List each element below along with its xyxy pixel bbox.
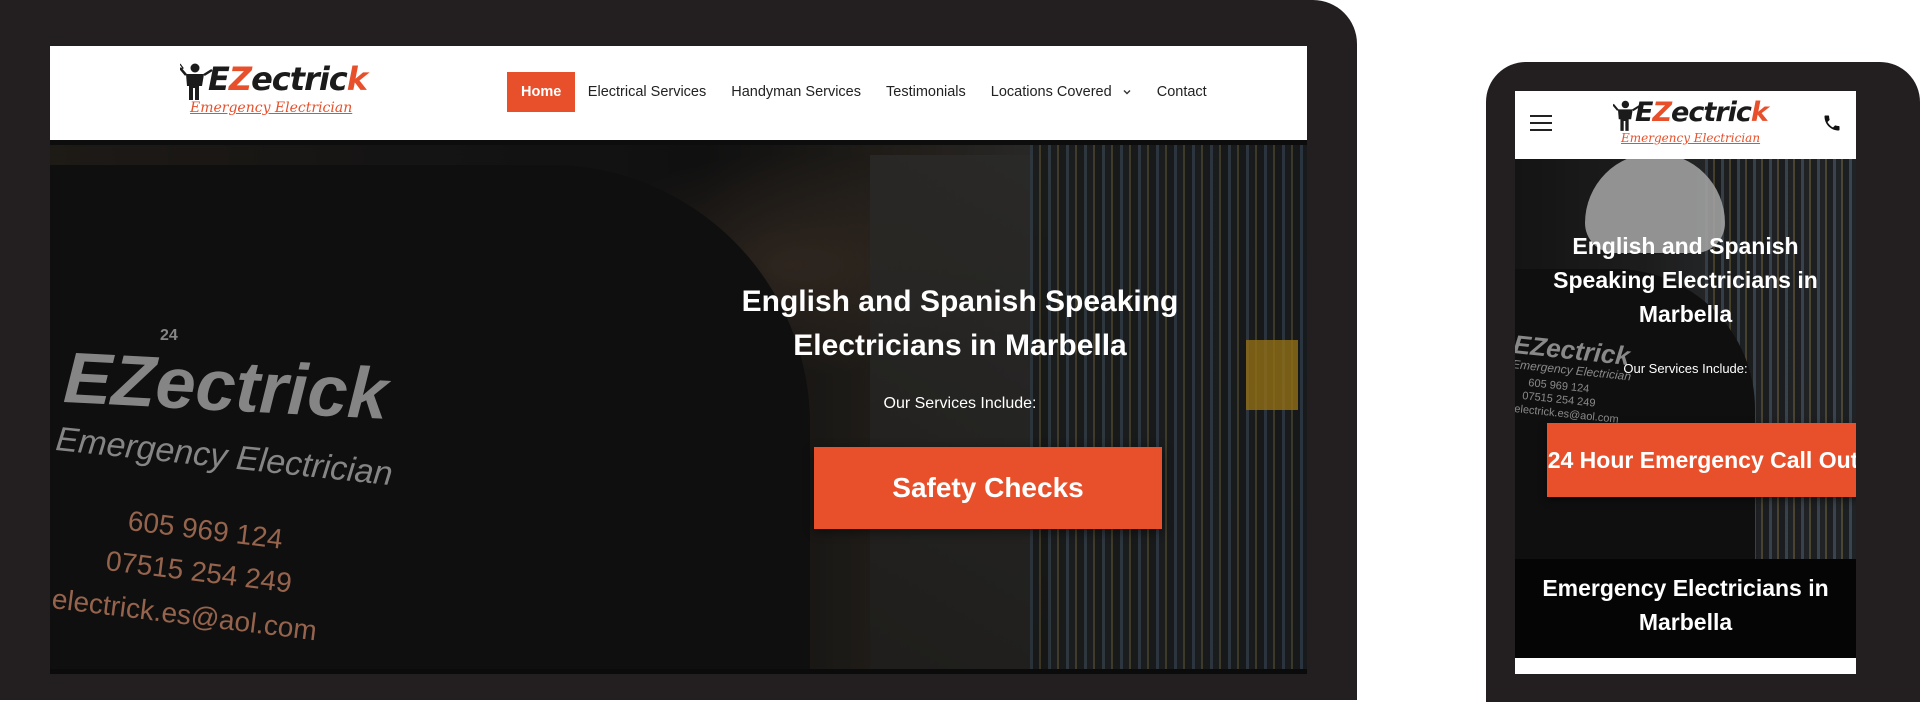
- section-title-word: in: [1801, 575, 1829, 601]
- logo-letter: E: [1635, 97, 1653, 128]
- hero-title: English and Spanish Speaking Electrician…: [700, 280, 1220, 368]
- logo-letter-accent: Z: [1652, 97, 1672, 128]
- hero-title-word: and: [1655, 233, 1710, 259]
- hero-title-word: in: [961, 329, 1006, 362]
- hamburger-menu-icon[interactable]: [1530, 115, 1552, 131]
- desktop-screen: EZectrick Emergency Electrician Home Ele…: [50, 46, 1307, 674]
- nav-item-handyman-services[interactable]: Handyman Services: [719, 72, 874, 112]
- hero-title-word: Speaking: [1036, 285, 1179, 318]
- hero-title-word: Electricians: [1661, 267, 1791, 293]
- logo-letter-accent: k: [346, 60, 368, 98]
- site-header: EZectrick Emergency Electrician Home Ele…: [50, 46, 1307, 140]
- nav-item-label: Locations Covered: [990, 84, 1112, 100]
- mobile-hero-section: EZectrick Emergency Electrician 605 969 …: [1515, 159, 1856, 559]
- logo-letter-accent: Z: [228, 60, 252, 98]
- nav-item-locations-covered[interactable]: Locations Covered: [978, 72, 1144, 112]
- hero-title-word: and: [849, 285, 920, 318]
- main-nav: Home Electrical Services Handyman Servic…: [507, 72, 1219, 112]
- hero-title-word: Electricians: [793, 329, 962, 362]
- logo-tagline: Emergency Electrician: [190, 100, 353, 116]
- hero-bottom-strip: [50, 669, 1307, 674]
- mobile-next-section: [1515, 658, 1856, 674]
- nav-item-contact[interactable]: Contact: [1144, 72, 1219, 112]
- hero-title-word: in: [1790, 267, 1818, 293]
- nav-item-home[interactable]: Home: [507, 72, 576, 112]
- logo-letter-accent: k: [1750, 97, 1769, 128]
- hero-subtitle: Our Services Include:: [883, 395, 1037, 412]
- hero-title-word: English: [1572, 233, 1656, 259]
- mobile-hero-subtitle: Our Services Include:: [1623, 361, 1748, 376]
- section-title-word: Emergency Electricians: [1542, 575, 1802, 601]
- mobile-hero-title: English and Spanish Speaking Electrician…: [1535, 229, 1836, 331]
- mobile-hero-overlay: [1515, 159, 1856, 559]
- mobile-header: EZectrick Emergency Electrician: [1515, 91, 1856, 159]
- logo-tagline: Emergency Electrician: [1621, 131, 1761, 145]
- hero-title-word: Spanish: [919, 285, 1037, 318]
- nav-item-testimonials[interactable]: Testimonials: [874, 72, 979, 112]
- site-logo[interactable]: EZectrick Emergency Electrician: [180, 60, 390, 122]
- phone-icon[interactable]: [1822, 113, 1842, 133]
- hero-title-word: Speaking: [1553, 267, 1662, 293]
- mobile-section-title: Emergency Electricians in Marbella: [1525, 571, 1846, 639]
- mobile-screen: EZectrick Emergency Electrician EZectric…: [1515, 91, 1856, 674]
- mobile-site-logo[interactable]: EZectrick Emergency Electrician: [1613, 97, 1783, 151]
- hero-title-word: Spanish: [1709, 233, 1799, 259]
- hero-title-word: English: [741, 285, 850, 318]
- chevron-down-icon: [1123, 90, 1131, 95]
- logo-letter: E: [208, 60, 230, 98]
- hero-title-word: Marbella: [1005, 329, 1127, 362]
- mobile-hero-cta-button[interactable]: 24 Hour Emergency Call Out: [1547, 423, 1856, 497]
- hero-section: 24 EZectrick Emergency Electrician 605 9…: [50, 145, 1307, 669]
- hero-title-word: Marbella: [1638, 301, 1733, 327]
- logo-letters: ectric: [1671, 97, 1752, 128]
- logo-letters: ectric: [251, 60, 348, 98]
- mobile-intro-section: Emergency Electricians in Marbella: [1515, 559, 1856, 658]
- nav-item-electrical-services[interactable]: Electrical Services: [575, 72, 718, 112]
- hero-cta-button[interactable]: Safety Checks: [814, 447, 1162, 529]
- section-title-word: Marbella: [1638, 609, 1733, 635]
